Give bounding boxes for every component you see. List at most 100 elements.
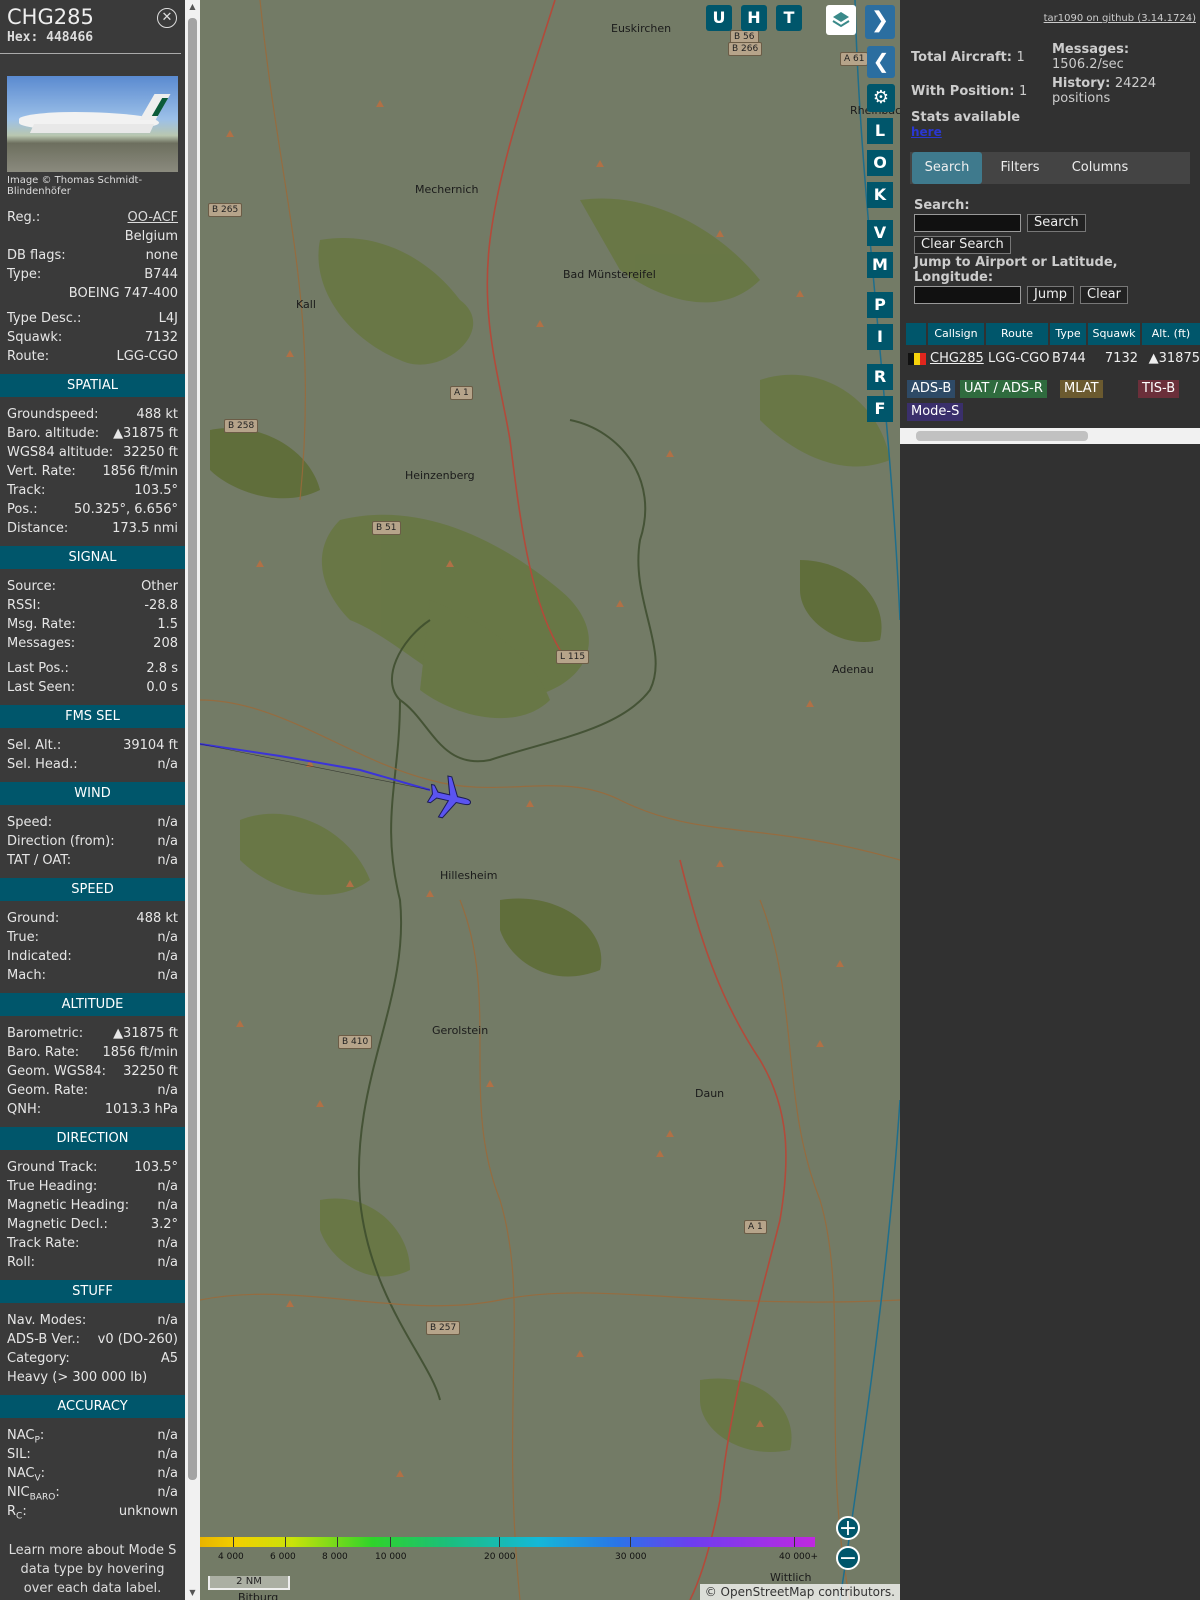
section-speed: SPEED xyxy=(0,878,185,901)
zoom-out-button[interactable]: − xyxy=(836,1546,860,1570)
row-label: Category: xyxy=(7,1351,70,1366)
scale-label: 20 000 xyxy=(484,1552,516,1562)
map-button-v[interactable]: V xyxy=(867,220,893,246)
map-button-i[interactable]: I xyxy=(867,324,893,350)
github-link[interactable]: tar1090 on github (3.14.1724) xyxy=(1044,13,1196,24)
row-label: Track Rate: xyxy=(7,1236,80,1251)
scale-tick xyxy=(285,1537,286,1547)
row-value: Other xyxy=(141,579,178,594)
clear-jump-button[interactable]: Clear xyxy=(1080,286,1128,304)
detail-row: Baro. Rate: 1856 ft/min xyxy=(0,1043,185,1062)
layers-button[interactable] xyxy=(826,5,856,35)
section-accuracy: ACCURACY xyxy=(0,1395,185,1418)
map-button-p[interactable]: P xyxy=(867,292,893,318)
map-button-o[interactable]: O xyxy=(867,150,893,176)
section-signal: SIGNAL xyxy=(0,546,185,569)
detail-scrollbar[interactable]: ▲ ▼ xyxy=(185,0,200,1600)
detail-row: Track: 103.5° xyxy=(0,481,185,500)
row-label: TAT / OAT: xyxy=(7,853,72,868)
row-value: 488 kt xyxy=(136,911,178,926)
row-label: Ground: xyxy=(7,911,60,926)
toggle-h-button[interactable]: H xyxy=(741,5,767,31)
row-value: 208 xyxy=(153,636,178,651)
road-label: B 258 xyxy=(224,419,259,433)
prev-aircraft-button[interactable]: ❮ xyxy=(867,46,895,78)
detail-row: Speed: n/a xyxy=(0,813,185,832)
row-value: 32250 ft xyxy=(123,1064,178,1079)
tab-filters[interactable]: Filters xyxy=(988,152,1052,184)
scale-label: 6 000 xyxy=(270,1552,296,1562)
row-value: 0.0 s xyxy=(146,680,178,695)
row-label: Distance: xyxy=(7,521,69,536)
close-icon[interactable]: ✕ xyxy=(157,8,177,28)
col-type[interactable]: Type xyxy=(1050,323,1086,345)
photo-credit: Image © Thomas Schmidt-Blindenhöfer xyxy=(7,175,143,197)
detail-row: Heavy (> 300 000 lb) xyxy=(0,1368,185,1387)
section-altitude: ALTITUDE xyxy=(0,993,185,1016)
row-value: 103.5° xyxy=(134,483,178,498)
toggle-u-button[interactable]: U xyxy=(706,5,732,31)
history-count: History: 24224 positions xyxy=(1052,76,1157,106)
scale-label: 30 000 xyxy=(615,1552,647,1562)
row-value: n/a xyxy=(157,1179,178,1194)
aircraft-icon[interactable] xyxy=(425,775,475,821)
toggle-t-button[interactable]: T xyxy=(776,5,802,31)
table-horizontal-scrollbar[interactable] xyxy=(900,428,1200,444)
next-aircraft-button[interactable]: ❯ xyxy=(865,5,895,39)
row-label: Magnetic Decl.: xyxy=(7,1217,108,1232)
row-value: 173.5 nmi xyxy=(112,521,178,536)
search-input[interactable] xyxy=(914,214,1021,232)
zoom-in-button[interactable]: + xyxy=(836,1516,860,1540)
row-value: 32250 ft xyxy=(123,445,178,460)
row-label: Track: xyxy=(7,483,46,498)
row-label: Mach: xyxy=(7,968,46,983)
detail-row: True Heading: n/a xyxy=(0,1177,185,1196)
row-callsign[interactable]: CHG285 xyxy=(930,350,984,368)
list-tabs: Search Filters Columns xyxy=(910,152,1190,184)
legend-tis-b[interactable]: TIS-B xyxy=(1138,380,1180,398)
col-alt[interactable]: Alt. (ft) xyxy=(1142,323,1200,345)
col-route[interactable]: Route xyxy=(986,323,1048,345)
messages-rate: Messages: 1506.2/sec xyxy=(1052,42,1130,72)
legend-ads-b[interactable]: ADS-B xyxy=(907,380,956,398)
col-flag xyxy=(906,323,926,345)
row-value: n/a xyxy=(157,1485,178,1500)
col-callsign[interactable]: Callsign xyxy=(928,323,984,345)
legend-uat-ads-r[interactable]: UAT / ADS-R xyxy=(960,380,1047,398)
row-value: ▲31875 ft xyxy=(113,426,178,441)
map-view[interactable]: Euskirchen Mechernich Bad Münstereifel Kall… xyxy=(200,0,900,1600)
detail-row: TAT / OAT: n/a xyxy=(0,851,185,870)
map-attribution[interactable]: © OpenStreetMap contributors. xyxy=(699,1584,900,1600)
row-value: n/a xyxy=(157,968,178,983)
scale-tick xyxy=(499,1537,500,1547)
row-label: Geom. Rate: xyxy=(7,1083,89,1098)
stats-here-link[interactable]: here xyxy=(911,125,942,139)
jump-button[interactable]: Jump xyxy=(1027,286,1074,304)
detail-row: NACP: n/a xyxy=(0,1426,185,1446)
col-squawk[interactable]: Squawk xyxy=(1088,323,1140,345)
map-button-m[interactable]: M xyxy=(867,252,893,278)
detail-row: Mach: n/a xyxy=(0,966,185,985)
jump-input[interactable] xyxy=(914,286,1021,304)
tab-columns[interactable]: Columns xyxy=(1058,152,1142,184)
map-button-l[interactable]: L xyxy=(867,118,893,144)
row-label: Direction (from): xyxy=(7,834,115,849)
row-value: n/a xyxy=(157,1466,178,1481)
legend-mlat[interactable]: MLAT xyxy=(1060,380,1103,398)
map-button-f[interactable]: F xyxy=(867,396,893,422)
scale-tick xyxy=(233,1537,234,1547)
search-button[interactable]: Search xyxy=(1027,214,1086,232)
map-button-r[interactable]: R xyxy=(867,364,893,390)
legend-mode-s[interactable]: Mode-S xyxy=(907,403,964,421)
clear-search-button[interactable]: Clear Search xyxy=(914,236,1011,254)
learn-more-text: Learn more about Mode S data type by hov… xyxy=(8,1543,177,1596)
scroll-thumb[interactable] xyxy=(188,18,197,1480)
settings-icon[interactable]: ⚙ xyxy=(867,84,895,112)
tab-search[interactable]: Search xyxy=(912,152,982,184)
detail-row: RSSI: -28.8 xyxy=(0,596,185,615)
map-button-k[interactable]: K xyxy=(867,182,893,208)
registration-link[interactable]: OO-ACF xyxy=(128,208,178,227)
row-label: SIL: xyxy=(7,1447,31,1462)
aircraft-photo[interactable] xyxy=(7,76,178,172)
hscroll-thumb[interactable] xyxy=(916,431,1088,441)
